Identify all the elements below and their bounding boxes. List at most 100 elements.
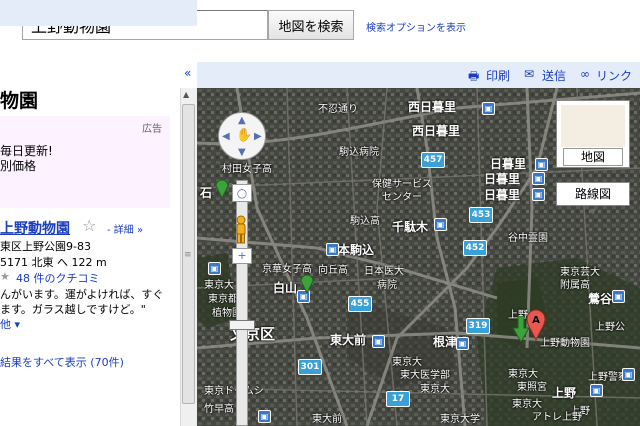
map-place-label[interactable]: アトレ上野 (532, 408, 582, 423)
map-place-label[interactable]: 駒込病院 (339, 143, 379, 158)
map-place-label[interactable]: 日暮里 (484, 186, 520, 203)
map-place-label[interactable]: 不忍通り (318, 100, 358, 115)
route-shield-icon: 452 (463, 240, 487, 256)
result-phone-distance: 5171 北東 へ 122 m (0, 256, 107, 269)
link-link[interactable]: リンク (596, 67, 632, 84)
chevron-down-icon[interactable]: ▼ (590, 207, 596, 216)
search-maps-button[interactable]: 地図を検索 (268, 10, 354, 40)
chain-link-icon[interactable]: ∞ (580, 67, 590, 81)
star-icon[interactable]: ☆ (82, 216, 96, 235)
pan-up-icon[interactable]: ▲ (238, 115, 246, 126)
results-title: 物園 (0, 90, 39, 112)
map-type-button[interactable]: 地図 (563, 148, 623, 166)
map-place-label[interactable]: 上野 (552, 384, 576, 401)
map-place-label[interactable]: 西日暮里 (408, 98, 456, 115)
zoom-reset-button[interactable]: ○ (232, 184, 252, 202)
map-place-label[interactable]: 東大医学部 (400, 366, 450, 381)
green-place-marker-icon[interactable] (214, 180, 230, 198)
mail-icon[interactable]: ✉ (524, 67, 534, 81)
map-place-label[interactable]: 上野公 (595, 318, 625, 333)
zoom-level-handle[interactable] (229, 320, 255, 330)
map-place-label[interactable]: 谷中霊園 (508, 229, 548, 244)
result-name-link[interactable]: 上野動物園 (0, 218, 70, 238)
pan-control[interactable]: ▲ ▼ ◀ ▶ ✋ (218, 112, 266, 160)
route-shield-icon: 455 (348, 296, 372, 312)
review-snippet: ます。ガラス越しですけど。" (0, 303, 146, 316)
route-shield-icon: 17 (386, 391, 410, 407)
map-place-label[interactable]: 上野動物園 (540, 334, 590, 349)
overview-thumbnail (561, 105, 625, 147)
train-station-icon[interactable]: ▣ (532, 172, 545, 185)
route-shield-icon: 301 (298, 359, 322, 375)
scroll-up-icon[interactable]: ▲ (183, 90, 189, 99)
rating-star-icon: ★ (0, 270, 10, 283)
map-place-label[interactable]: 西日暮里 (412, 122, 460, 139)
map-place-label[interactable]: 日本医大 (364, 262, 404, 277)
map-place-label[interactable]: 根津 (433, 333, 457, 350)
train-station-icon[interactable]: ▣ (456, 337, 469, 350)
green-place-marker-icon[interactable] (299, 275, 315, 293)
map-place-label[interactable]: 本駒込 (338, 241, 374, 258)
map-place-label[interactable]: 村田女子高 (222, 160, 272, 175)
train-station-icon[interactable]: ▣ (612, 290, 625, 303)
pan-right-icon[interactable]: ▶ (254, 131, 262, 142)
map-place-label[interactable]: 石 (200, 184, 212, 201)
review-snippet: んがいます。運がよければ、すぐ (0, 288, 164, 301)
map-place-label[interactable]: 東京都 (208, 290, 238, 305)
map-place-label[interactable]: 病院 (377, 276, 397, 291)
result-address: 東区上野公園9-83 (0, 240, 91, 253)
map-place-label[interactable]: 東京大 (204, 276, 234, 291)
train-station-icon[interactable]: ▣ (590, 384, 603, 397)
result-marker-a[interactable]: A (526, 309, 546, 341)
panel-header (0, 0, 197, 26)
transit-map-button[interactable]: 路線図 (556, 182, 630, 206)
search-options-link[interactable]: 検索オプションを表示 (366, 19, 466, 34)
map-place-label[interactable]: 向丘高 (318, 261, 348, 276)
train-station-icon[interactable]: ▣ (208, 262, 221, 275)
map-toolbar (197, 62, 640, 88)
map-place-label[interactable]: 京華女子高 (262, 260, 312, 275)
pan-left-icon[interactable]: ◀ (222, 131, 230, 142)
ad-label: 広告 (142, 124, 162, 135)
send-link[interactable]: 送信 (542, 67, 566, 84)
train-station-icon[interactable]: ▣ (532, 188, 545, 201)
details-link[interactable]: - 詳細 » (107, 221, 143, 236)
train-station-icon[interactable]: ▣ (482, 102, 495, 115)
ad-text-line[interactable]: 別価格 (0, 157, 36, 174)
pan-down-icon[interactable]: ▼ (238, 147, 246, 158)
train-station-icon[interactable]: ▣ (326, 243, 339, 256)
route-shield-icon: 319 (466, 318, 490, 334)
map-place-label[interactable]: 東京大 (420, 380, 450, 395)
map-place-label[interactable]: 東照宮 (517, 378, 547, 393)
route-shield-icon: 457 (421, 152, 445, 168)
pegman-icon[interactable] (234, 215, 248, 245)
map-place-label[interactable]: センター (382, 188, 422, 203)
collapse-panel-button[interactable]: « (184, 66, 191, 80)
print-link[interactable]: 印刷 (486, 67, 510, 84)
map-place-label[interactable]: 東大前 (312, 410, 342, 425)
train-station-icon[interactable]: ▣ (622, 368, 635, 381)
train-station-icon[interactable]: ▣ (434, 218, 447, 231)
train-station-icon[interactable]: ▣ (535, 158, 548, 171)
map-place-label[interactable]: 白山 (273, 279, 297, 296)
map-place-label[interactable]: 東大前 (330, 331, 366, 348)
map-place-label[interactable]: 附属高 (560, 276, 590, 291)
map-place-label[interactable]: 千駄木 (392, 218, 428, 235)
map-place-label[interactable]: 日暮里 (484, 170, 520, 187)
map-place-label[interactable]: 鶯谷 (588, 290, 612, 307)
map-place-label[interactable]: 東京ドームシ (204, 382, 264, 397)
train-station-icon[interactable]: ▣ (258, 410, 271, 423)
scroll-grip-icon: ≡ (184, 250, 192, 260)
reviews-link[interactable]: 48 件のクチコミ (16, 270, 100, 286)
marker-letter: A (532, 315, 540, 326)
printer-icon[interactable]: 🖶 (468, 67, 479, 88)
route-shield-icon: 453 (469, 207, 493, 223)
map-place-label[interactable]: 東京大学 (440, 410, 480, 425)
map-place-label[interactable]: 駒込高 (350, 212, 380, 227)
zoom-in-button[interactable]: + (232, 248, 252, 264)
all-results-link[interactable]: 結果をすべて表示 (70件) (0, 354, 124, 370)
map-place-label[interactable]: 竹早高 (204, 400, 234, 415)
train-station-icon[interactable]: ▣ (372, 335, 385, 348)
more-link[interactable]: 他 ▾ (0, 316, 20, 332)
hand-icon[interactable]: ✋ (236, 128, 252, 143)
